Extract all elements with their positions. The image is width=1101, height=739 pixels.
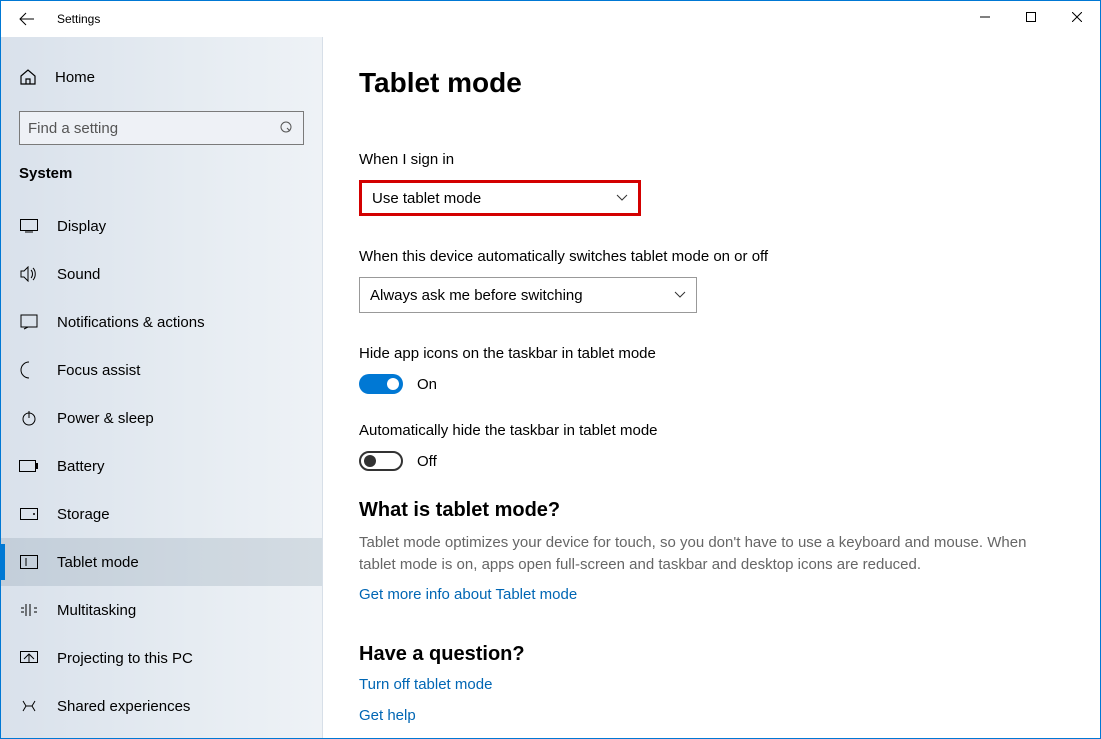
shared-experiences-icon <box>19 696 39 716</box>
question-heading: Have a question? <box>359 643 1064 666</box>
sidebar-item-notifications[interactable]: Notifications & actions <box>1 298 322 346</box>
notifications-icon <box>19 312 39 332</box>
nav-label: Projecting to this PC <box>57 650 193 667</box>
auto-switch-value: Always ask me before switching <box>370 287 583 304</box>
sign-in-value: Use tablet mode <box>372 190 481 207</box>
battery-icon <box>19 456 39 476</box>
storage-icon <box>19 504 39 524</box>
nav-label: Notifications & actions <box>57 314 205 331</box>
chevron-down-icon <box>674 291 686 299</box>
close-button[interactable] <box>1054 1 1100 33</box>
nav-label: Display <box>57 218 106 235</box>
sidebar-item-storage[interactable]: Storage <box>1 490 322 538</box>
focus-assist-icon <box>19 360 39 380</box>
sidebar-category: System <box>1 165 322 196</box>
question-link-get-help[interactable]: Get help <box>359 707 1064 724</box>
auto-hide-label: Automatically hide the taskbar in tablet… <box>359 422 1064 439</box>
auto-switch-dropdown[interactable]: Always ask me before switching <box>359 277 697 313</box>
nav-label: Tablet mode <box>57 554 139 571</box>
title-bar: Settings <box>1 1 1100 37</box>
page-title: Tablet mode <box>359 67 1064 99</box>
sidebar-item-sound[interactable]: Sound <box>1 250 322 298</box>
window-title: Settings <box>57 12 100 26</box>
info-heading: What is tablet mode? <box>359 499 1064 522</box>
question-link-turn-off[interactable]: Turn off tablet mode <box>359 676 1064 693</box>
maximize-button[interactable] <box>1008 1 1054 33</box>
nav-label: Storage <box>57 506 110 523</box>
sidebar-item-shared-experiences[interactable]: Shared experiences <box>1 682 322 730</box>
minimize-button[interactable] <box>962 1 1008 33</box>
sign-in-dropdown[interactable]: Use tablet mode <box>359 180 641 216</box>
sidebar-item-projecting[interactable]: Projecting to this PC <box>1 634 322 682</box>
display-icon <box>19 216 39 236</box>
search-box[interactable] <box>19 111 304 145</box>
sidebar-home[interactable]: Home <box>1 57 322 97</box>
nav-label: Power & sleep <box>57 410 154 427</box>
projecting-icon <box>19 648 39 668</box>
search-input[interactable] <box>28 120 242 137</box>
home-icon <box>19 68 37 86</box>
nav-label: Multitasking <box>57 602 136 619</box>
sidebar-nav: Display Sound Notifications & actions Fo… <box>1 202 322 730</box>
nav-label: Focus assist <box>57 362 140 379</box>
info-description: Tablet mode optimizes your device for to… <box>359 532 1064 576</box>
info-link[interactable]: Get more info about Tablet mode <box>359 586 1064 603</box>
hide-icons-label: Hide app icons on the taskbar in tablet … <box>359 345 1064 362</box>
sidebar-item-display[interactable]: Display <box>1 202 322 250</box>
sidebar: Home System Display Sound Notifications … <box>1 37 323 738</box>
nav-label: Shared experiences <box>57 698 190 715</box>
sidebar-item-tablet-mode[interactable]: Tablet mode <box>1 538 322 586</box>
back-button[interactable] <box>13 5 41 33</box>
close-icon <box>1072 12 1082 22</box>
window-controls <box>962 1 1100 33</box>
main-content: Tablet mode When I sign in Use tablet mo… <box>323 37 1100 738</box>
nav-label: Battery <box>57 458 105 475</box>
sidebar-item-battery[interactable]: Battery <box>1 442 322 490</box>
multitasking-icon <box>19 600 39 620</box>
chevron-down-icon <box>616 194 628 202</box>
tablet-mode-icon <box>19 552 39 572</box>
auto-hide-state: Off <box>417 453 437 470</box>
sidebar-item-power-sleep[interactable]: Power & sleep <box>1 394 322 442</box>
toggle-knob <box>364 455 376 467</box>
arrow-left-icon <box>19 11 35 27</box>
auto-switch-label: When this device automatically switches … <box>359 248 1064 265</box>
maximize-icon <box>1026 12 1036 22</box>
hide-icons-state: On <box>417 376 437 393</box>
search-icon <box>279 120 295 136</box>
minimize-icon <box>980 12 990 22</box>
auto-hide-toggle[interactable] <box>359 451 403 471</box>
toggle-knob <box>387 378 399 390</box>
sidebar-item-multitasking[interactable]: Multitasking <box>1 586 322 634</box>
sign-in-label: When I sign in <box>359 151 1064 168</box>
nav-label: Sound <box>57 266 100 283</box>
sidebar-item-focus-assist[interactable]: Focus assist <box>1 346 322 394</box>
power-icon <box>19 408 39 428</box>
sidebar-home-label: Home <box>55 69 95 86</box>
hide-icons-toggle[interactable] <box>359 374 403 394</box>
sound-icon <box>19 264 39 284</box>
